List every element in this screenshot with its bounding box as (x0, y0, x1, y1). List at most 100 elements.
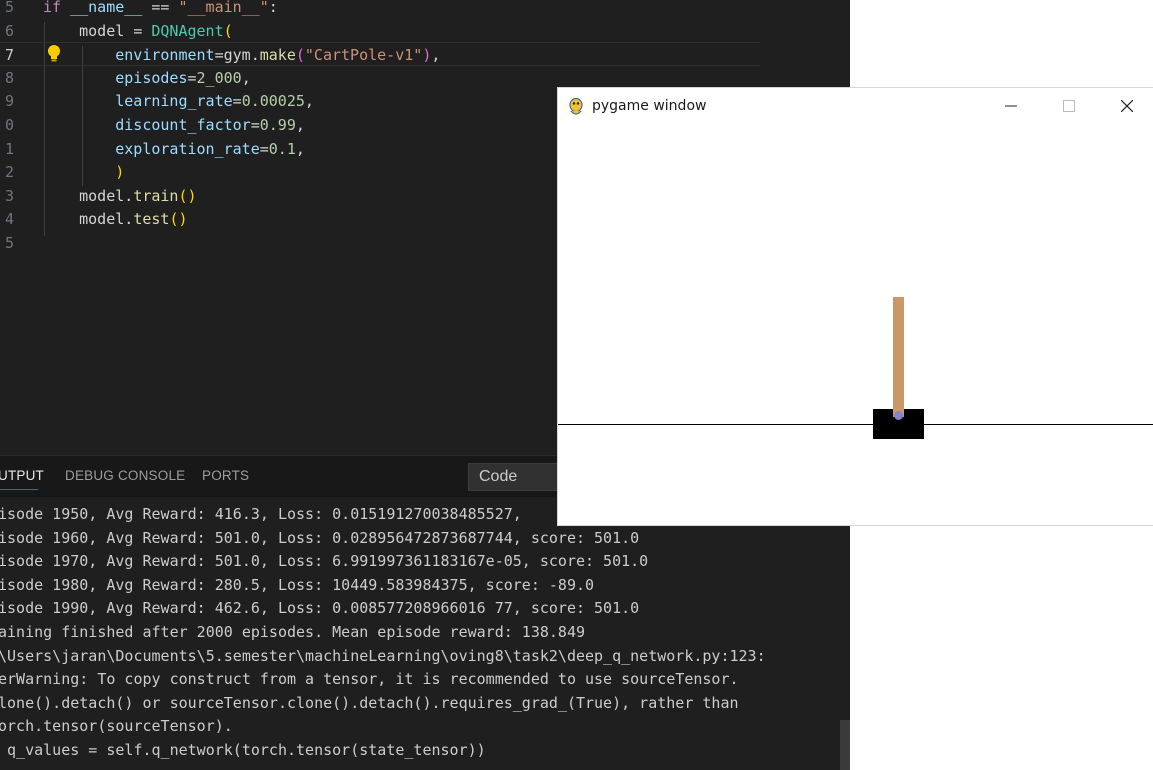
code-text: episodes=2_000, (43, 66, 251, 90)
code-token: = (232, 92, 242, 111)
active-tab-indicator (0, 489, 38, 490)
code-token: = (133, 21, 152, 40)
code-token: make (259, 46, 296, 65)
line-number: 4 (4, 210, 14, 229)
code-text: environment=gym.make("CartPole-v1"), (43, 43, 440, 67)
output-line: lone().detach() or sourceTensor.clone().… (0, 693, 739, 712)
line-number: 2 (4, 163, 14, 182)
code-token: learning_rate (115, 92, 233, 111)
line-number: 3 (4, 186, 14, 205)
window-titlebar[interactable]: pygame window (558, 88, 1153, 125)
code-token: "__main__" (178, 0, 269, 16)
code-token: = (259, 139, 269, 158)
line-number: 5 (4, 0, 14, 16)
code-line[interactable]: 7 environment=gym.make("CartPole-v1"), (0, 42, 760, 67)
code-text: model.train() (43, 184, 197, 208)
maximize-icon (1063, 100, 1075, 112)
line-number: 7 (4, 46, 14, 65)
close-button[interactable] (1098, 88, 1153, 124)
tab-output[interactable]: UTPUT (0, 468, 44, 483)
code-text: ) (43, 160, 124, 184)
code-token: == (142, 0, 179, 16)
code-token: 2_000 (196, 68, 242, 87)
minimize-button[interactable] (982, 88, 1040, 124)
code-token: , (295, 116, 305, 134)
code-token: , (241, 68, 251, 87)
code-token: episodes (115, 68, 188, 87)
output-panel[interactable]: isode 1950, Avg Reward: 416.3, Loss: 0.0… (0, 497, 850, 770)
output-line: isode 1960, Avg Reward: 501.0, Loss: 0.0… (0, 528, 640, 547)
code-text: if __name__ == "__main__": (43, 0, 278, 19)
output-line: isode 1980, Avg Reward: 280.5, Loss: 104… (0, 575, 595, 594)
pygame-window[interactable]: pygame window (558, 88, 1153, 525)
line-number: 9 (4, 92, 14, 111)
code-token: exploration_rate (115, 139, 260, 158)
close-icon (1121, 100, 1133, 112)
window-title: pygame window (592, 98, 707, 114)
output-line: isode 1950, Avg Reward: 416.3, Loss: 0.0… (0, 505, 522, 523)
code-token: environment (115, 46, 215, 65)
code-token: : (268, 0, 278, 16)
code-token: if (43, 0, 71, 16)
output-line: orch.tensor(sourceTensor). (0, 717, 233, 736)
code-text: learning_rate=0.00025, (43, 89, 314, 113)
maximize-button[interactable] (1040, 88, 1098, 124)
code-token: ) (115, 163, 125, 182)
tab-debug-console[interactable]: DEBUG CONSOLE (65, 468, 185, 483)
line-number: 5 (4, 234, 14, 252)
code-text: model.test() (43, 207, 188, 231)
axle (894, 411, 903, 420)
line-number: 6 (4, 21, 14, 40)
code-token: , (431, 46, 441, 65)
code-token: __name__ (70, 0, 143, 16)
code-line[interactable]: 5 if __name__ == "__main__": (0, 0, 760, 19)
code-token: = (250, 116, 260, 134)
code-token: train (133, 186, 179, 205)
output-line: aining finished after 2000 episodes. Mea… (0, 623, 585, 641)
code-token: ( (295, 46, 305, 65)
code-token: model (43, 21, 134, 40)
output-line: q_values = self.q_network(torch.tensor(s… (0, 741, 486, 759)
cart-track (558, 424, 1153, 425)
code-line[interactable]: 6 model = DQNAgent( (0, 19, 760, 43)
code-token: ) (422, 46, 432, 65)
code-line[interactable]: 8 episodes=2_000, (0, 66, 760, 90)
output-channel-select[interactable]: Code (468, 463, 568, 491)
code-token: . (124, 186, 134, 205)
code-token: , (295, 139, 305, 158)
output-line: erWarning: To copy construct from a tens… (0, 670, 739, 689)
code-token: () (169, 210, 188, 229)
code-token: , (304, 92, 314, 111)
code-token: = (214, 46, 224, 65)
line-number: 0 (4, 116, 14, 134)
output-line: isode 1970, Avg Reward: 501.0, Loss: 6.9… (0, 552, 649, 571)
code-token: "CartPole-v1" (304, 46, 423, 65)
tab-ports[interactable]: PORTS (202, 468, 249, 483)
pole (893, 297, 904, 417)
pygame-snake-icon (569, 97, 583, 115)
code-text: exploration_rate=0.1, (43, 137, 305, 161)
code-token: . (250, 46, 260, 65)
code-text: discount_factor=0.99, (43, 113, 305, 137)
line-number: 8 (4, 68, 14, 87)
code-token: 0.1 (268, 139, 296, 158)
code-token: = (187, 68, 197, 87)
minimize-icon (1005, 105, 1017, 107)
code-token: ( (223, 21, 233, 40)
code-token: 0.00025 (241, 92, 305, 111)
output-line: \Users\jaran\Documents\5.semester\machin… (0, 646, 766, 665)
code-token: model (43, 186, 125, 205)
line-number: 1 (4, 139, 14, 158)
code-token: discount_factor (115, 116, 251, 134)
cartpole-canvas (558, 125, 1153, 525)
code-token: () (178, 186, 197, 205)
output-scrollbar[interactable] (840, 720, 850, 770)
code-token: gym (223, 46, 251, 65)
code-token: . (124, 210, 134, 229)
code-token: 0.99 (259, 116, 296, 134)
